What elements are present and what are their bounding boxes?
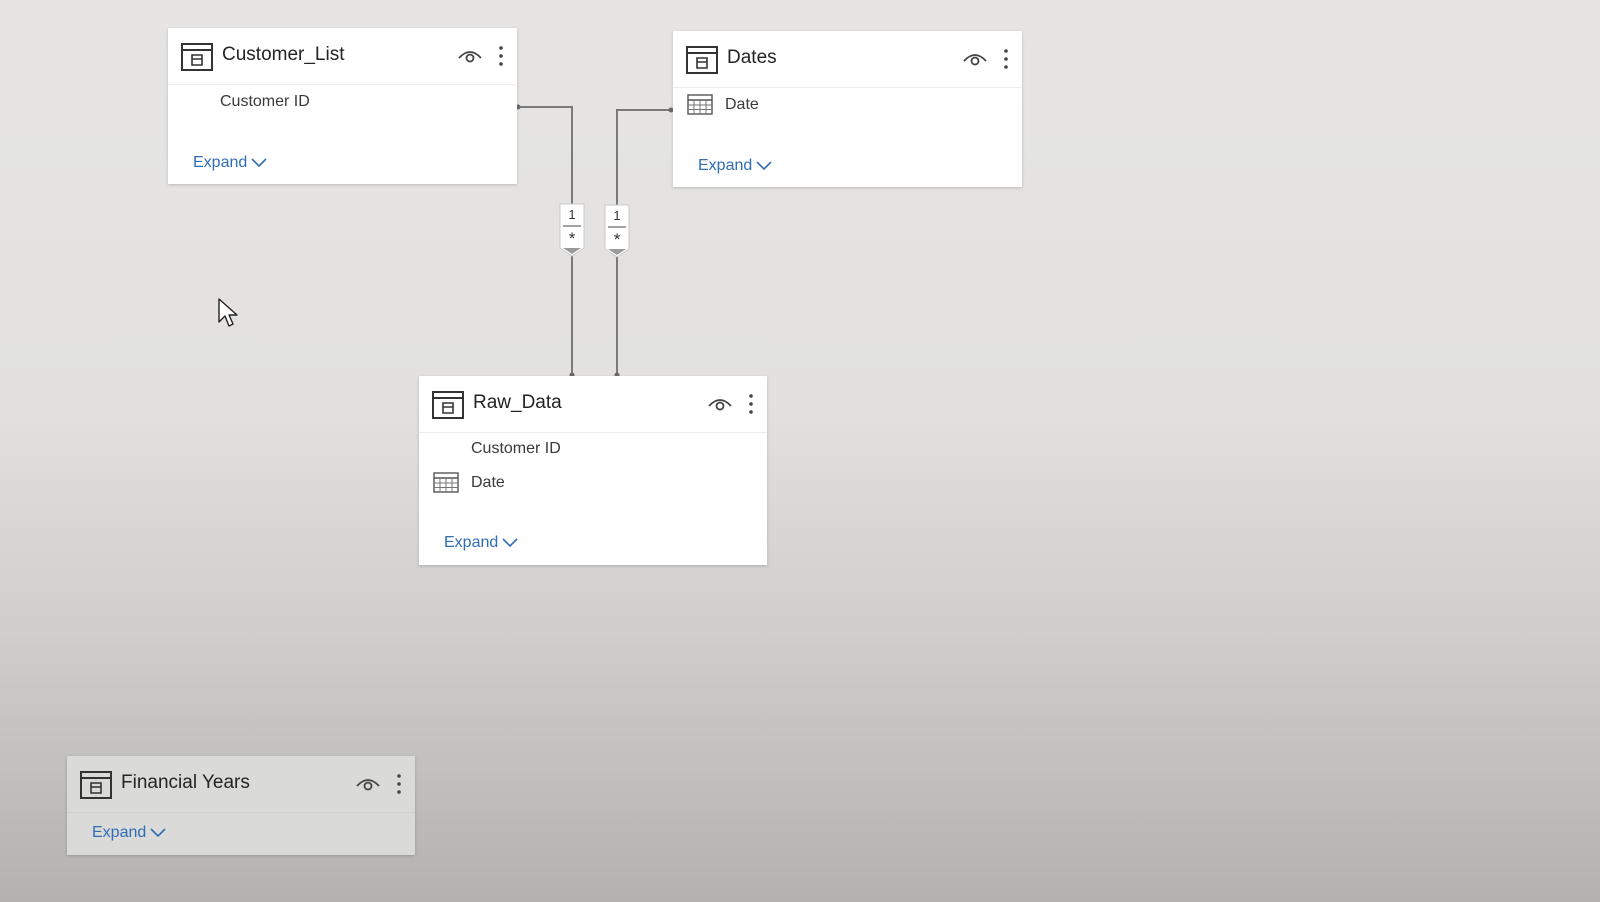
- calendar-icon: [433, 472, 459, 493]
- relationship-line-dates: [616, 109, 671, 207]
- chevron-down-icon: [251, 158, 267, 167]
- more-options-icon[interactable]: [495, 44, 507, 68]
- table-card-financial-years[interactable]: Financial Years Expand: [67, 756, 415, 855]
- table-card-customer-list[interactable]: Customer_List Customer ID Expand: [168, 28, 517, 184]
- relationship-2-many-label: *: [613, 230, 621, 249]
- more-options-icon[interactable]: [745, 392, 757, 416]
- table-title: Dates: [727, 47, 777, 68]
- relationship-1-many-label: *: [568, 229, 576, 248]
- chevron-down-icon: [502, 538, 518, 547]
- eye-icon[interactable]: [707, 394, 733, 414]
- table-icon: [181, 43, 213, 71]
- eye-icon[interactable]: [355, 774, 381, 794]
- calendar-icon: [687, 94, 713, 115]
- table-card-dates[interactable]: Dates Date Expand: [673, 31, 1022, 187]
- more-options-icon[interactable]: [393, 772, 405, 796]
- field-customer-id[interactable]: Customer ID: [471, 440, 561, 458]
- table-card-raw-data[interactable]: Raw_Data Customer ID Date Expand: [419, 376, 767, 565]
- table-icon: [686, 46, 718, 74]
- expand-button[interactable]: Expand: [92, 824, 166, 842]
- relationship-line-customer: [518, 106, 573, 207]
- field-customer-id[interactable]: Customer ID: [220, 93, 310, 111]
- expand-button[interactable]: Expand: [698, 157, 772, 175]
- eye-icon[interactable]: [962, 49, 988, 69]
- field-date[interactable]: Date: [725, 96, 759, 114]
- relationship-2-one-label: 1: [613, 208, 621, 223]
- card-header[interactable]: Customer_List: [168, 28, 517, 85]
- more-options-icon[interactable]: [1000, 47, 1012, 71]
- table-title: Customer_List: [222, 44, 345, 65]
- table-title: Financial Years: [121, 772, 250, 793]
- table-icon: [432, 391, 464, 419]
- expand-button[interactable]: Expand: [444, 534, 518, 552]
- cursor-icon: [218, 298, 238, 327]
- card-header[interactable]: Dates: [673, 31, 1022, 88]
- expand-button[interactable]: Expand: [193, 154, 267, 172]
- model-view-canvas[interactable]: 1 * 1 * Customer_List Customer ID Expand: [0, 0, 1600, 902]
- chevron-down-icon: [150, 828, 166, 837]
- table-title: Raw_Data: [473, 392, 562, 413]
- chevron-down-icon: [756, 161, 772, 170]
- eye-icon[interactable]: [457, 46, 483, 66]
- relationship-1-one-label: 1: [568, 207, 576, 222]
- field-date[interactable]: Date: [471, 474, 505, 492]
- table-icon: [80, 771, 112, 799]
- card-header[interactable]: Financial Years: [67, 756, 415, 813]
- card-header[interactable]: Raw_Data: [419, 376, 767, 433]
